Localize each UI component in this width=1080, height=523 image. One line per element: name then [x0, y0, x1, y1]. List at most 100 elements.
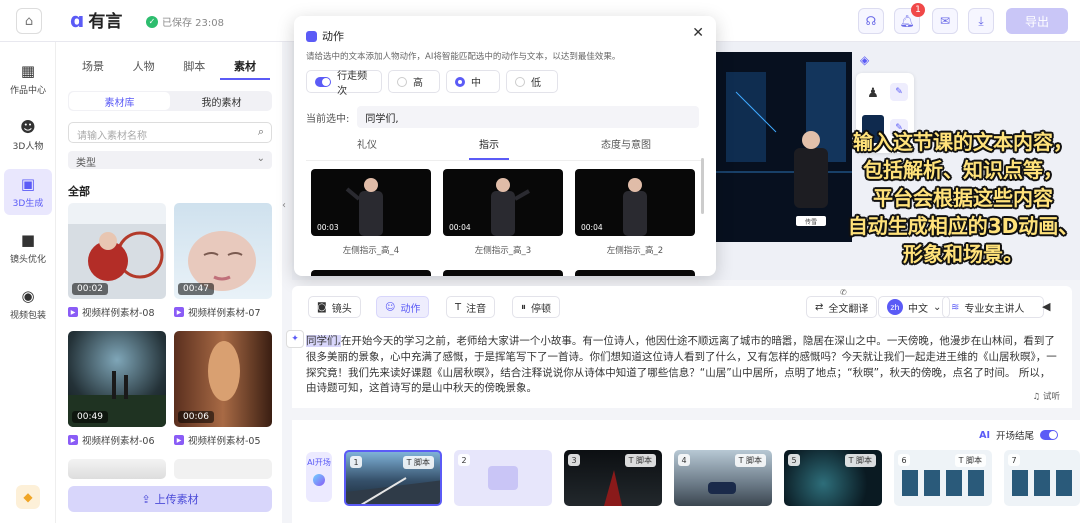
- home-icon: ⌂: [24, 13, 34, 29]
- radio-low[interactable]: 低: [506, 70, 558, 93]
- nav-item-packaging[interactable]: ◉ 视频包装: [4, 281, 52, 327]
- material-card[interactable]: [68, 459, 166, 479]
- tab-attitude[interactable]: 态度与意图: [591, 136, 661, 160]
- scene-thumbnail[interactable]: 4 T 脚本: [674, 450, 772, 506]
- material-name: 视频样例素材-05: [188, 436, 261, 447]
- my-material-tab[interactable]: 我的素材: [171, 91, 272, 111]
- chevron-left-icon: ‹: [282, 200, 286, 211]
- language-label: 中文: [908, 303, 928, 315]
- tab-etiquette[interactable]: 礼仪: [347, 136, 387, 160]
- radio-circle[interactable]: [455, 76, 465, 87]
- material-card[interactable]: 00:47 ▶ 视频样例素材-07: [174, 203, 272, 319]
- layers-icon[interactable]: ◈: [860, 53, 869, 67]
- material-thumbnail: [68, 459, 166, 479]
- action-preview[interactable]: [311, 270, 431, 276]
- translate-button[interactable]: ⇄ 全文翻译: [806, 296, 878, 318]
- voice-select[interactable]: ≋ 专业女主讲人: [942, 296, 1044, 318]
- upload-material-button[interactable]: ⇪ 上传素材: [68, 486, 272, 512]
- chart-icon: ▣: [20, 175, 36, 193]
- toggle-switch[interactable]: [1040, 430, 1058, 440]
- material-card[interactable]: 00:06 ▶ 视频样例素材-05: [174, 331, 272, 447]
- action-dialog: 动作 ✕ 请给选中的文本添加人物动作，AI将智能匹配选中的动作与文本，以达到最佳…: [294, 16, 716, 276]
- edit-icon[interactable]: ✎: [890, 83, 908, 101]
- grid-icon: ▦: [20, 62, 36, 80]
- nav-item-3d-generate[interactable]: ▣ 3D生成: [4, 169, 52, 215]
- toggle-switch[interactable]: [315, 76, 332, 87]
- action-button[interactable]: ☺ 动作: [376, 296, 430, 318]
- script-tag: T 脚本: [624, 454, 656, 467]
- nav-label: 镜头优化: [9, 255, 46, 265]
- export-button[interactable]: 导出: [1006, 8, 1068, 34]
- nav-item-works[interactable]: ▦ 作品中心: [4, 56, 52, 102]
- listen-button[interactable]: ♫ 试听: [1033, 390, 1060, 402]
- intro-outro-toggle[interactable]: AI 开场结尾: [979, 428, 1058, 442]
- magic-wand-icon[interactable]: ✦: [286, 330, 304, 348]
- layer-thumb-avatar[interactable]: ♟: [862, 79, 884, 107]
- nav-item-3d-avatar[interactable]: ☻ 3D人物: [4, 112, 52, 158]
- notification-button[interactable]: 🔔︎ 1: [894, 3, 925, 34]
- current-label: 当前选中:: [306, 113, 350, 125]
- shot-button[interactable]: ◙ 镜头: [308, 296, 361, 318]
- scene-thumbnail[interactable]: 7: [1004, 450, 1080, 506]
- phonetic-button[interactable]: T 注音: [446, 296, 496, 318]
- radio-high[interactable]: 高: [388, 70, 440, 93]
- download-button[interactable]: ⤓: [968, 8, 994, 34]
- action-preview[interactable]: [575, 270, 695, 276]
- material-library-tab[interactable]: 素材库: [69, 92, 170, 110]
- material-panel: 场景 人物 脚本 素材 素材库 我的素材 请输入素材名称 ⌕ 类型 ⌄ 全部 00:…: [56, 42, 282, 523]
- action-preview[interactable]: 00:04 左侧指示_高_2: [575, 169, 695, 256]
- vip-button[interactable]: ◆: [16, 485, 40, 509]
- material-search-input[interactable]: 请输入素材名称 ⌕: [68, 122, 272, 143]
- nav-item-camera[interactable]: ■ 镜头优化: [4, 225, 52, 271]
- overlay-line: 输入这节课的文本内容，: [853, 130, 1073, 154]
- scene-thumbnail[interactable]: 6 T 脚本: [894, 450, 992, 506]
- stage-caption: 传雪: [804, 219, 817, 226]
- scene-number: 2: [458, 454, 470, 466]
- script-editor[interactable]: ✦ 同学们,在开始今天的学习之前，老师给大家讲一个小故事。有一位诗人，他因仕途不…: [286, 330, 1072, 408]
- button-label: 注音: [466, 303, 487, 315]
- script-tag-label: 脚本: [636, 456, 652, 465]
- scene-thumbnail[interactable]: 3 T 脚本: [564, 450, 662, 506]
- walk-frequency-toggle[interactable]: 行走频次: [306, 70, 382, 97]
- collapse-panel-button[interactable]: ‹: [282, 200, 292, 218]
- radio-label: 低: [531, 78, 541, 89]
- radio-circle[interactable]: [515, 76, 525, 87]
- radio-circle[interactable]: [397, 76, 407, 87]
- scene-thumbnail[interactable]: 1 T 脚本: [344, 450, 442, 506]
- scene-number: 5: [788, 454, 800, 466]
- message-button[interactable]: ✉: [932, 8, 958, 34]
- home-button[interactable]: ⌂: [16, 8, 42, 34]
- scene-thumbnail[interactable]: 2: [454, 450, 552, 506]
- scene-thumbnail[interactable]: 5 T 脚本: [784, 450, 882, 506]
- selected-text[interactable]: 同学们,: [306, 335, 341, 347]
- tab-material[interactable]: 素材: [219, 58, 270, 80]
- scrollbar[interactable]: [701, 158, 704, 214]
- script-text[interactable]: 同学们,在开始今天的学习之前，老师给大家讲一个小故事。有一位诗人，他因仕途不顺远…: [306, 334, 1058, 397]
- duration-label: 00:47: [178, 283, 214, 295]
- action-preview[interactable]: 00:03 左侧指示_高_4: [311, 169, 431, 256]
- overlay-line: 自动生成相应的3D动画、: [847, 214, 1079, 238]
- duration-label: 00:02: [72, 283, 108, 295]
- tab-script[interactable]: 脚本: [169, 58, 219, 80]
- action-preview[interactable]: 00:04 左侧指示_高_3: [443, 169, 563, 256]
- action-preview[interactable]: [443, 270, 563, 276]
- script-body[interactable]: 在开始今天的学习之前，老师给大家讲一个小故事。有一位诗人，他因仕途不顺远离了城市…: [306, 335, 1057, 394]
- support-button[interactable]: ☊: [858, 8, 884, 34]
- script-tag-label: 脚本: [414, 458, 430, 467]
- type-select[interactable]: 类型 ⌄: [68, 151, 272, 169]
- tab-scene[interactable]: 场景: [68, 58, 118, 80]
- radio-medium[interactable]: 中: [446, 70, 500, 93]
- language-select[interactable]: zh 中文 ⌄: [878, 296, 951, 318]
- ai-orb-icon: [313, 474, 325, 486]
- material-card[interactable]: 00:02 ▶ 视频样例素材-08: [68, 203, 166, 319]
- tab-character[interactable]: 人物: [119, 58, 169, 80]
- section-title: 全部: [68, 185, 90, 198]
- material-card[interactable]: 00:49 ▶ 视频样例素材-06: [68, 331, 166, 447]
- tab-pointing[interactable]: 指示: [469, 136, 509, 160]
- material-card[interactable]: [174, 459, 272, 479]
- close-button[interactable]: ✕: [692, 25, 704, 41]
- speaker-icon[interactable]: ◀︎: [1042, 300, 1050, 313]
- overlay-line: 包括解析、知识点等，: [863, 158, 1063, 182]
- pause-button[interactable]: ⏸ 停顿: [512, 296, 560, 318]
- ai-intro-button[interactable]: AI开场: [306, 452, 332, 502]
